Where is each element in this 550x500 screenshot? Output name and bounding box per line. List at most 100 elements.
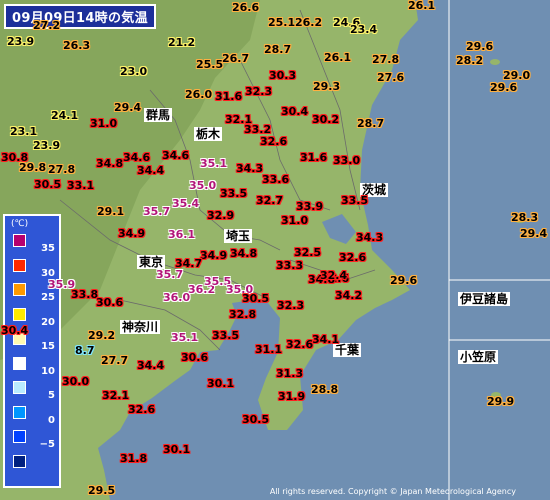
- temperature-reading: 35.7: [156, 268, 184, 281]
- temperature-reading: 33.5: [212, 329, 240, 342]
- temperature-reading: 29.3: [313, 80, 341, 93]
- temperature-reading: 31.6: [215, 90, 243, 103]
- temperature-reading: 26.1: [408, 0, 436, 12]
- temperature-reading: 34.8: [230, 247, 258, 260]
- temperature-reading: 30.4: [1, 324, 29, 337]
- legend-swatch: [13, 405, 26, 419]
- temperature-reading: 26.0: [185, 88, 213, 101]
- temperature-reading: 31.1: [255, 343, 283, 356]
- temperature-reading: 23.9: [7, 35, 35, 48]
- place-label: 群馬: [144, 108, 173, 122]
- temperature-reading: 29.6: [466, 40, 494, 53]
- legend-swatch: [13, 356, 26, 370]
- legend-swatch: [13, 283, 26, 296]
- place-label: 伊豆諸島: [458, 292, 511, 306]
- temperature-reading: 34.8: [96, 157, 124, 170]
- temperature-reading: 26.3: [63, 39, 91, 52]
- place-label: 小笠原: [458, 350, 499, 364]
- temperature-reading: 30.3: [269, 69, 297, 82]
- temperature-reading: 29.2: [88, 329, 116, 342]
- temperature-reading: 35.7: [143, 205, 171, 218]
- temperature-reading: 26.2: [295, 16, 323, 29]
- temperature-reading: 21.2: [168, 36, 196, 49]
- temperature-legend: (℃) 35 30 25 20 15 10 5 0 −5: [3, 214, 61, 488]
- map-title: 09月09日14時の気温: [4, 4, 156, 29]
- temperature-reading: 35.1: [171, 331, 199, 344]
- legend-swatch: [13, 381, 26, 394]
- temperature-reading: 31.0: [281, 214, 309, 227]
- temperature-reading: 31.0: [90, 117, 118, 130]
- temperature-reading: 29.5: [88, 484, 116, 497]
- temperature-reading: 32.1: [102, 389, 130, 402]
- temperature-reading: 26.1: [324, 51, 352, 64]
- temperature-reading: 8.7: [75, 344, 95, 357]
- temperature-reading: 29.9: [487, 395, 515, 408]
- temperature-reading: 33.9: [296, 200, 324, 213]
- legend-swatch: [13, 258, 26, 272]
- legend-label: 35: [41, 243, 55, 254]
- temperature-reading: 30.5: [242, 292, 270, 305]
- legend-label: 25: [41, 292, 55, 303]
- temperature-reading: 29.6: [390, 274, 418, 287]
- temperature-reading: 30.5: [242, 413, 270, 426]
- temperature-reading: 33.6: [262, 173, 290, 186]
- temperature-reading: 34.2: [335, 289, 363, 302]
- legend-label: 30: [41, 267, 55, 279]
- temperature-reading: 32.5: [294, 246, 322, 259]
- temperature-reading: 34.1: [312, 333, 340, 346]
- legend-label: −5: [39, 439, 55, 450]
- temperature-reading: 34.4: [137, 359, 165, 372]
- temperature-reading: 31.8: [120, 452, 148, 465]
- temperature-reading: 29.6: [490, 81, 518, 94]
- temperature-reading: 33.0: [333, 154, 361, 167]
- temperature-reading: 31.3: [276, 367, 304, 380]
- temperature-reading: 30.4: [281, 105, 309, 118]
- temperature-reading: 32.6: [339, 251, 367, 264]
- temperature-reading: 27.7: [101, 354, 129, 367]
- temperature-reading: 30.0: [62, 375, 90, 388]
- legend-label: 0: [48, 414, 55, 426]
- temperature-reading: 32.6: [260, 135, 288, 148]
- temperature-reading: 34.9: [200, 249, 228, 262]
- temperature-reading: 30.6: [96, 296, 124, 309]
- temperature-reading: 34.3: [356, 231, 384, 244]
- temperature-reading: 23.9: [33, 139, 61, 152]
- temperature-reading: 33.5: [341, 194, 369, 207]
- temperature-reading: 27.6: [377, 71, 405, 84]
- temperature-reading: 28.8: [311, 383, 339, 396]
- temperature-reading: 26.7: [222, 52, 250, 65]
- temperature-reading: 23.1: [10, 125, 38, 138]
- legend-label: 10: [41, 365, 55, 377]
- temperature-reading: 29.4: [520, 227, 548, 240]
- temperature-reading: 28.7: [264, 43, 292, 56]
- temperature-reading: 33.5: [220, 187, 248, 200]
- temperature-reading: 34.6: [123, 151, 151, 164]
- temperature-reading: 30.1: [163, 443, 191, 456]
- temperature-reading: 32.3: [245, 85, 273, 98]
- temperature-reading: 35.0: [189, 179, 217, 192]
- temperature-reading: 30.5: [34, 178, 62, 191]
- legend-swatch: [13, 454, 26, 468]
- temperature-reading: 35.1: [200, 157, 228, 170]
- temperature-reading: 34.9: [118, 227, 146, 240]
- temperature-reading: 28.7: [357, 117, 385, 130]
- legend-label: 15: [41, 341, 55, 352]
- temperature-reading: 36.0: [163, 291, 191, 304]
- temperature-reading: 30.2: [312, 113, 340, 126]
- temperature-reading: 36.1: [168, 228, 196, 241]
- temperature-reading: 25.5: [196, 58, 224, 71]
- place-label: 東京: [137, 255, 166, 269]
- place-label: 神奈川: [120, 320, 161, 334]
- temperature-reading: 26.6: [232, 1, 260, 14]
- temperature-reading: 28.3: [511, 211, 539, 224]
- legend-label: 20: [41, 316, 55, 328]
- temperature-reading: 23.0: [120, 65, 148, 78]
- legend-swatch: [13, 430, 26, 443]
- temperature-reading: 32.6: [286, 338, 314, 351]
- temperature-reading: 27.2: [33, 19, 61, 32]
- temperature-reading: 32.4: [320, 269, 348, 282]
- temperature-reading: 34.3: [236, 162, 264, 175]
- temperature-reading: 30.1: [207, 377, 235, 390]
- temperature-reading: 32.9: [207, 209, 235, 222]
- temperature-reading: 27.8: [48, 163, 76, 176]
